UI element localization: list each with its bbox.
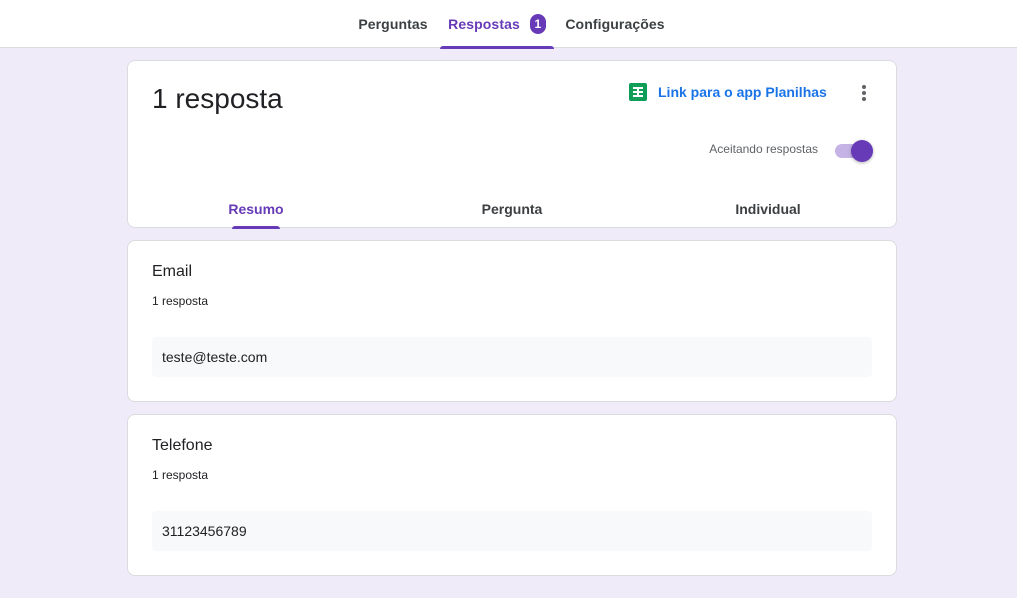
accepting-responses-label: Aceitando respostas: [709, 142, 818, 156]
sheets-icon: [629, 83, 647, 101]
question-response-count: 1 resposta: [152, 294, 209, 308]
toggle-knob: [851, 140, 873, 162]
tab-perguntas[interactable]: Perguntas: [352, 0, 434, 48]
top-nav-bar: Perguntas Respostas 1 Configurações: [0, 0, 1017, 49]
question-response-count: 1 resposta: [152, 468, 209, 482]
accepting-responses-toggle[interactable]: [835, 139, 873, 162]
question-card-telefone: Telefone 1 resposta 31123456789: [127, 414, 897, 576]
tab-respostas[interactable]: Respostas 1: [440, 0, 554, 49]
tab-respostas-label: Respostas: [448, 16, 520, 32]
subtab-pergunta-label: Pergunta: [481, 201, 543, 217]
response-count-badge: 1: [529, 14, 546, 34]
question-title: Telefone: [152, 437, 213, 454]
subtab-individual-label: Individual: [735, 201, 801, 217]
subtab-resumo-label: Resumo: [228, 201, 284, 217]
more-options-button[interactable]: [852, 81, 876, 105]
tab-perguntas-label: Perguntas: [358, 16, 428, 32]
link-to-sheets-label: Link para o app Planilhas: [658, 84, 827, 100]
question-card-email: Email 1 resposta teste@teste.com: [127, 240, 897, 402]
subtab-resumo[interactable]: Resumo: [128, 189, 384, 229]
tab-configuracoes[interactable]: Configurações: [560, 0, 670, 48]
tab-configuracoes-label: Configurações: [565, 16, 665, 32]
more-vert-icon: [862, 85, 866, 89]
subtab-individual[interactable]: Individual: [640, 189, 896, 229]
answer-item: 31123456789: [152, 511, 872, 551]
subtab-pergunta[interactable]: Pergunta: [384, 189, 640, 229]
answer-item: teste@teste.com: [152, 337, 872, 377]
response-count-title: 1 resposta: [152, 83, 283, 114]
active-tab-indicator: [440, 46, 554, 49]
question-title: Email: [152, 263, 193, 280]
responses-summary-card: 1 resposta Link para o app Planilhas Ace…: [127, 60, 897, 229]
link-to-sheets-button[interactable]: Link para o app Planilhas: [629, 81, 827, 103]
active-subtab-indicator: [232, 226, 280, 229]
